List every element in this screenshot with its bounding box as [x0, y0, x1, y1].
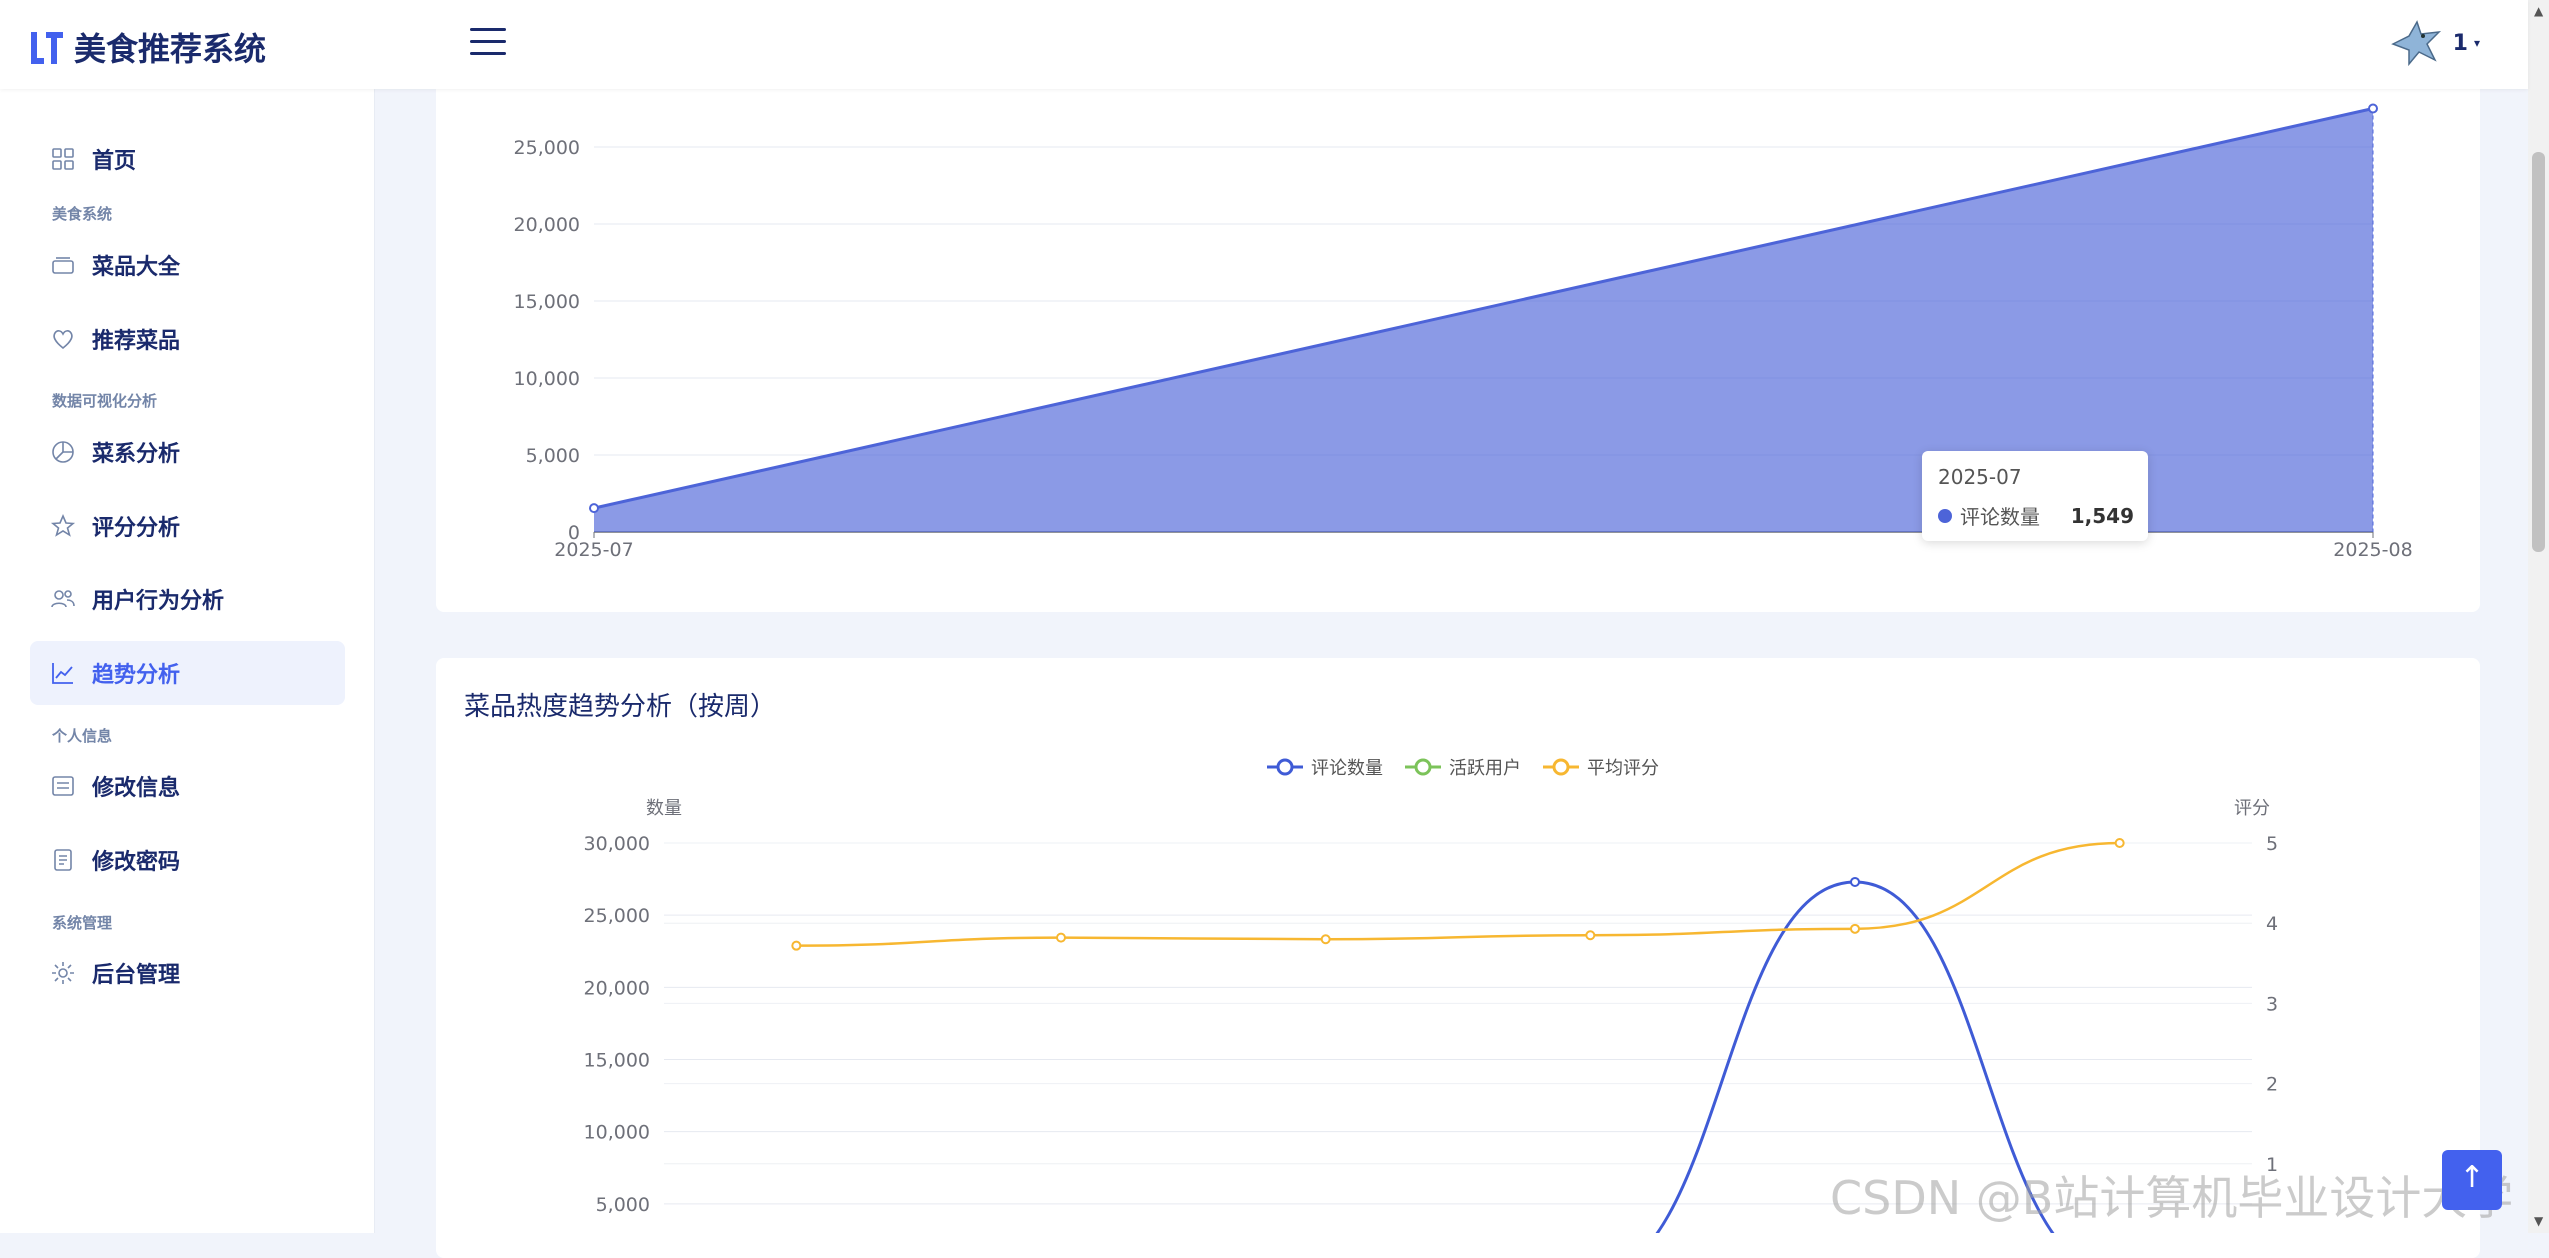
- data-point: [589, 503, 599, 514]
- sidebar-item-label: 菜系分析: [92, 442, 181, 467]
- y-tick-label: 5,000: [526, 445, 580, 467]
- star-icon: [50, 513, 76, 537]
- sidebar-item-change-password[interactable]: 修改密码: [30, 828, 345, 892]
- sidebar-item-rating-analysis[interactable]: 评分分析: [30, 494, 345, 558]
- sidebar-item-home[interactable]: 首页: [30, 127, 345, 191]
- y-tick-label-left: 5,000: [596, 1194, 650, 1216]
- scroll-thumb[interactable]: [2532, 152, 2545, 552]
- legend-label: 活跃用户: [1449, 758, 1521, 779]
- document-icon: [54, 849, 72, 871]
- page-scrollbar[interactable]: ▲ ▼: [2528, 0, 2549, 1233]
- watermark: CSDN @B站计算机毕业设计大学: [1830, 1171, 2514, 1225]
- sidebar-item-label: 后台管理: [92, 963, 181, 988]
- y-axis-title-left: 数量: [646, 798, 682, 819]
- y-tick-label: 10,000: [514, 368, 580, 390]
- heart-icon: [53, 330, 73, 350]
- y-axis-title-right: 评分: [2234, 798, 2270, 819]
- menu-toggle-icon[interactable]: [470, 28, 506, 60]
- data-point-avg-rating: [791, 940, 802, 951]
- id-card-icon: [52, 776, 74, 796]
- sidebar: 首页 美食系统 菜品大全 推荐菜品 数据可视化分析 菜系分析 评分分析 用户行为…: [0, 89, 375, 1233]
- series-line-avg-rating: [796, 841, 2120, 947]
- data-point-avg-rating: [1850, 923, 1860, 934]
- legend-line-icon: [1405, 758, 1441, 776]
- y-tick-label-left: 20,000: [584, 977, 650, 999]
- chart-tooltip: 2025-07 评论数量 1,549: [1922, 451, 2148, 541]
- sidebar-item-label: 用户行为分析: [92, 589, 225, 614]
- x-tick-label: 2025-08: [2333, 539, 2412, 561]
- line-chart-icon: [52, 663, 73, 684]
- sidebar-item-label: 首页: [92, 149, 137, 174]
- sidebar-item-label: 推荐菜品: [92, 329, 181, 354]
- sidebar-item-edit-info[interactable]: 修改信息: [30, 754, 345, 818]
- arrow-up-icon: ↑: [2459, 1160, 2485, 1195]
- user-name: 1: [2452, 30, 2468, 56]
- pie-chart-icon: [52, 441, 74, 463]
- sidebar-item-label: 趋势分析: [92, 663, 181, 688]
- tray-icon: [52, 257, 74, 274]
- sidebar-item-dishes[interactable]: 菜品大全: [30, 233, 345, 297]
- legend-line-icon: [1267, 758, 1303, 776]
- chart-legend: 评论数量 活跃用户 平均评分: [1265, 754, 1679, 780]
- y-tick-label-left: 15,000: [584, 1050, 650, 1072]
- sidebar-item-label: 菜品大全: [92, 255, 181, 280]
- sidebar-item-label: 修改信息: [92, 776, 181, 801]
- nav-group-visualization: 数据可视化分析: [52, 392, 158, 410]
- y-tick-label-left: 30,000: [584, 833, 650, 855]
- y-tick-label-right: 2: [2266, 1074, 2278, 1096]
- sidebar-item-label: 评分分析: [92, 516, 181, 541]
- app-title: 美食推荐系统: [74, 30, 267, 68]
- legend-line-icon: [1543, 758, 1579, 776]
- tooltip-series-dot: [1938, 508, 1952, 523]
- data-point-avg-rating: [1056, 932, 1066, 943]
- scroll-down-icon[interactable]: ▼: [2534, 1214, 2543, 1228]
- sidebar-item-label: 修改密码: [92, 850, 181, 875]
- scroll-up-icon[interactable]: ▲: [2534, 4, 2543, 18]
- chevron-down-icon: ▾: [2473, 36, 2480, 50]
- data-point: [2368, 103, 2378, 114]
- y-tick-label: 20,000: [514, 214, 580, 236]
- legend-item-comments[interactable]: 评论数量: [1265, 754, 1383, 780]
- chart-title: 菜品热度趋势分析（按周）: [464, 692, 777, 722]
- grid-icon: [52, 148, 74, 170]
- nav-group-system: 系统管理: [52, 914, 113, 932]
- x-tick-label: 2025-07: [554, 539, 633, 561]
- logo-icon: [31, 32, 63, 64]
- nav-group-food-system: 美食系统: [52, 205, 113, 223]
- y-tick-label-left: 10,000: [584, 1122, 650, 1144]
- comment-trend-chart: 05,00010,00015,00020,00025,0002025-07 202…: [514, 103, 2413, 561]
- data-point-avg-rating: [1585, 930, 1596, 941]
- sidebar-item-recommend[interactable]: 推荐菜品: [30, 307, 345, 371]
- y-tick-label-right: 4: [2266, 913, 2278, 935]
- sidebar-item-trend-analysis[interactable]: 趋势分析: [30, 641, 345, 705]
- user-menu[interactable]: 1 ▾: [2387, 14, 2480, 72]
- y-tick-label: 25,000: [514, 137, 580, 159]
- app-logo[interactable]: 美食推荐系统: [28, 24, 266, 70]
- legend-item-avg-rating[interactable]: 平均评分: [1541, 754, 1659, 780]
- y-tick-label-right: 3: [2266, 993, 2278, 1015]
- y-tick-label-right: 5: [2266, 833, 2278, 855]
- tooltip-value: 1,549: [2070, 503, 2134, 528]
- sidebar-item-admin[interactable]: 后台管理: [30, 941, 345, 1005]
- users-icon: [51, 590, 75, 608]
- sidebar-item-user-behavior[interactable]: 用户行为分析: [30, 567, 345, 631]
- y-tick-label: 15,000: [514, 291, 580, 313]
- gear-icon: [52, 962, 74, 984]
- sidebar-item-cuisine-analysis[interactable]: 菜系分析: [30, 420, 345, 484]
- tooltip-date: 2025-07: [1938, 465, 2022, 489]
- legend-label: 平均评分: [1587, 758, 1659, 779]
- top-bar: 美食推荐系统 1 ▾: [0, 0, 2528, 89]
- scroll-top-button[interactable]: ↑: [2442, 1150, 2502, 1210]
- data-point-avg-rating: [1320, 934, 1331, 945]
- data-point-avg-rating: [2114, 838, 2125, 848]
- data-point-comments: [1850, 876, 1860, 887]
- tooltip-series-name: 评论数量: [1960, 505, 2040, 529]
- legend-label: 评论数量: [1311, 758, 1383, 779]
- avatar: [2390, 20, 2441, 67]
- legend-item-active-users[interactable]: 活跃用户: [1403, 754, 1521, 780]
- nav-group-personal: 个人信息: [52, 727, 113, 745]
- y-tick-label-left: 25,000: [584, 905, 650, 927]
